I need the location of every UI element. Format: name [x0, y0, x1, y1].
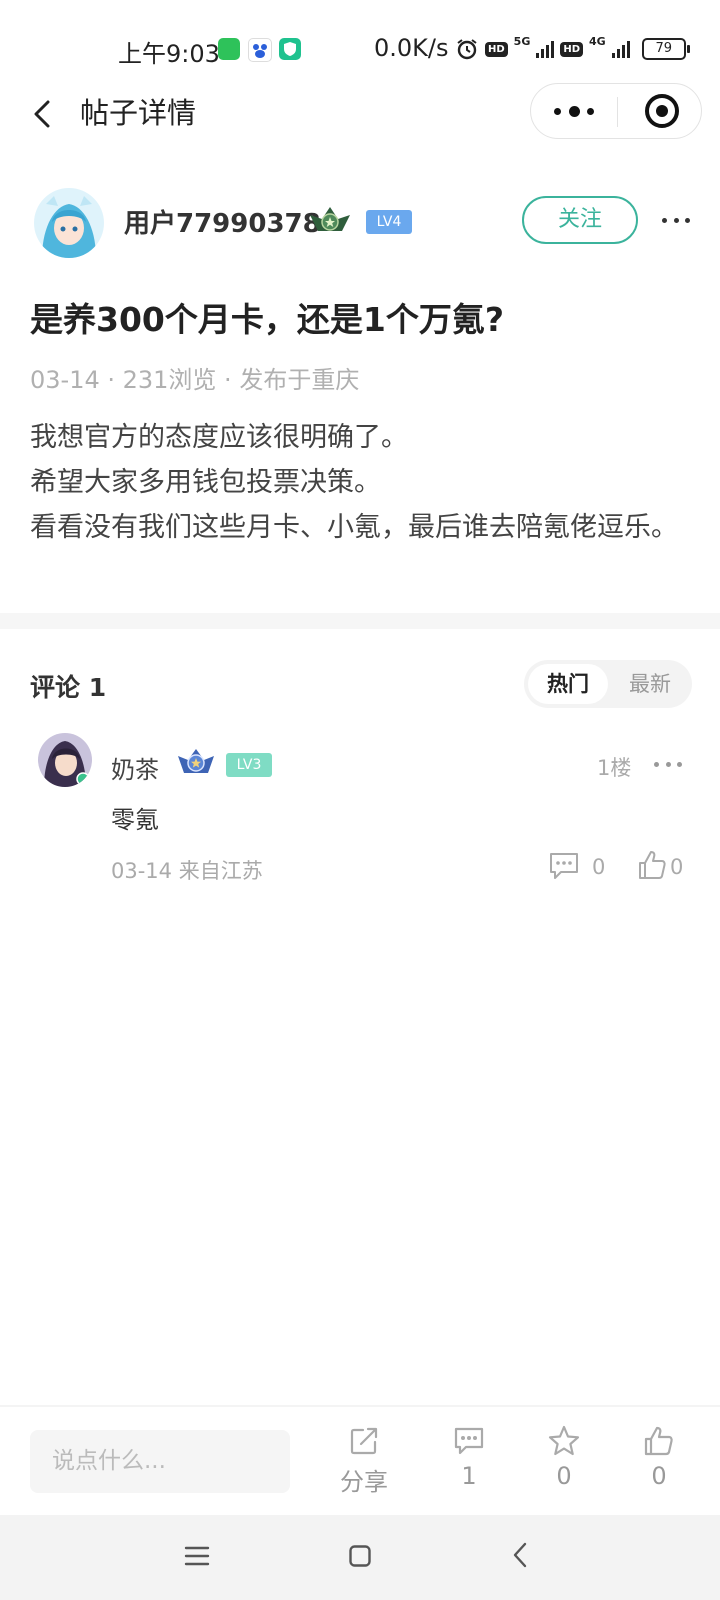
commenter-name[interactable]: 奶茶	[111, 750, 159, 785]
back-button[interactable]	[28, 94, 58, 134]
capsule-divider	[617, 97, 618, 127]
commenter-level-badge: LV3	[226, 753, 272, 777]
battery-icon: 79	[641, 38, 690, 60]
comment-count: 1	[461, 1462, 477, 1490]
post-title: 是养300个月卡，还是1个万氪?	[30, 300, 504, 339]
favorite-count: 0	[556, 1462, 572, 1490]
close-mini-program-button[interactable]	[645, 94, 679, 128]
like-count: 0	[651, 1462, 667, 1490]
hd-badge-2: HD	[560, 41, 584, 57]
sort-hot-tab[interactable]: 热门	[528, 664, 608, 704]
comment-more-button[interactable]	[654, 762, 682, 768]
dot-icon	[554, 107, 561, 115]
chevron-left-icon	[513, 1542, 527, 1568]
author-name[interactable]: 用户77990378	[124, 203, 321, 240]
post-meta: 03-14 · 231浏览 · 发布于重庆	[30, 366, 360, 394]
post-body-line: 希望大家多用钱包投票决策。	[30, 467, 381, 498]
status-icons: HD 5G HD 4G 79	[455, 34, 690, 62]
comment-like-button[interactable]	[637, 849, 667, 881]
share-icon	[350, 1427, 378, 1455]
page-title: 帖子详情	[80, 96, 197, 130]
signal-5g-icon	[536, 40, 555, 58]
post-body: 我想官方的态度应该很明确了。 希望大家多用钱包投票决策。 看看没有我们这些月卡、…	[30, 415, 698, 550]
bottom-bar-divider	[0, 1405, 720, 1407]
hd-badge: HD	[485, 41, 508, 57]
comment-reply-button[interactable]	[548, 851, 580, 881]
comment-floor: 1楼	[597, 756, 632, 780]
author-level-badge: LV4	[366, 210, 412, 234]
network-type-4g: 4G	[589, 34, 606, 48]
menu-button[interactable]	[184, 1544, 210, 1568]
bottom-comment-button[interactable]: 1	[429, 1424, 509, 1490]
alarm-icon	[457, 39, 477, 60]
home-button[interactable]	[349, 1545, 371, 1567]
network-type-5g: 5G	[513, 34, 531, 48]
comment-input[interactable]: 说点什么...	[30, 1430, 290, 1493]
section-divider	[0, 613, 720, 629]
share-label: 分享	[340, 1468, 388, 1496]
dot-icon	[587, 107, 594, 115]
target-icon	[656, 105, 668, 117]
system-back-button[interactable]	[512, 1542, 528, 1568]
star-icon	[548, 1425, 580, 1456]
comment-meta: 03-14 来自江苏	[111, 859, 263, 883]
like-button[interactable]: 0	[619, 1424, 699, 1490]
wechat-icon	[218, 38, 240, 60]
chat-bubble-icon	[454, 1427, 484, 1455]
chat-bubble-icon	[550, 853, 578, 879]
signal-4g-icon	[611, 40, 630, 58]
dot-icon	[568, 105, 580, 117]
post-body-line: 我想官方的态度应该很明确了。	[30, 422, 408, 453]
follow-button[interactable]: 关注	[522, 196, 638, 244]
post-more-button[interactable]	[662, 218, 690, 224]
share-button[interactable]: 分享	[324, 1424, 404, 1497]
menu-icon	[184, 1546, 210, 1566]
comments-header: 评论 1	[30, 673, 107, 702]
sort-new-tab[interactable]: 最新	[618, 664, 682, 704]
shield-app-icon	[279, 38, 301, 60]
baidu-icon	[248, 38, 272, 62]
commenter-rank-badge-icon	[176, 746, 216, 780]
network-speed: 0.0K/s	[374, 34, 449, 62]
comment-like-count: 0	[670, 855, 684, 879]
favorite-button[interactable]: 0	[524, 1424, 604, 1490]
chevron-left-icon	[34, 100, 50, 128]
square-icon	[349, 1545, 371, 1567]
status-time: 上午9:03	[118, 40, 220, 68]
more-menu-button[interactable]	[554, 102, 594, 120]
thumbs-up-icon	[644, 1426, 673, 1456]
thumbs-up-icon	[639, 851, 666, 879]
author-avatar[interactable]	[34, 188, 104, 258]
rank-badge-icon	[308, 203, 352, 239]
comment-text: 零氪	[111, 806, 159, 834]
post-body-line: 看看没有我们这些月卡、小氪，最后谁去陪氪佬逗乐。	[30, 512, 678, 543]
comment-reply-count: 0	[592, 855, 606, 879]
commenter-avatar[interactable]	[38, 733, 92, 787]
